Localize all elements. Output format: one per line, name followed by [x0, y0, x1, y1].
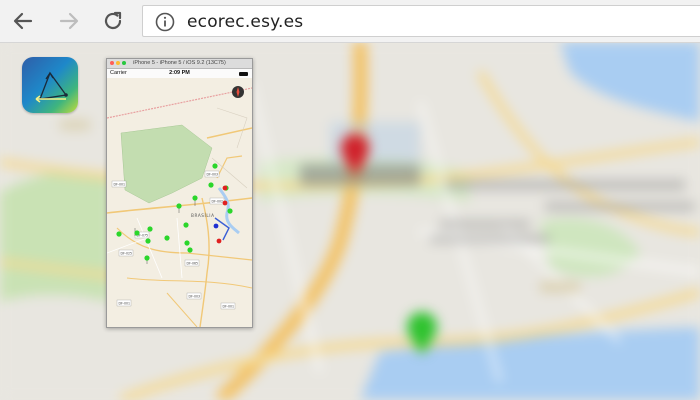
blue-marker[interactable]: [213, 223, 219, 229]
simulator-title-bar: iPhone 5 - iPhone 5 / iOS 9.2 (13C75): [107, 59, 252, 69]
green-marker[interactable]: [227, 208, 233, 214]
green-marker[interactable]: [134, 230, 140, 236]
red-marker[interactable]: [216, 238, 222, 244]
green-marker[interactable]: [187, 247, 193, 253]
road-label: DF-003: [189, 295, 201, 299]
reload-button[interactable]: [100, 8, 126, 34]
green-marker[interactable]: [147, 226, 153, 232]
road-label: DF-001: [114, 183, 126, 187]
address-bar[interactable]: ecorec.esy.es: [142, 5, 700, 37]
green-marker[interactable]: [116, 231, 122, 237]
ecorec-app-icon[interactable]: [22, 57, 78, 113]
green-marker[interactable]: [176, 203, 182, 209]
reload-icon: [104, 11, 122, 30]
green-marker[interactable]: [184, 240, 190, 246]
red-marker[interactable]: [222, 185, 228, 191]
status-time: 2:09 PM: [169, 70, 190, 76]
green-marker[interactable]: [212, 163, 218, 169]
road-label: DF-065: [187, 262, 199, 266]
back-button[interactable]: [10, 8, 36, 34]
background-map: [0, 42, 700, 400]
simulator-map[interactable]: DF-001 DF-003 DF-002 DF-075 DF-025 DF-06…: [107, 78, 252, 327]
road-label: DF-001: [223, 305, 235, 309]
ios-status-bar: Carrier 2:09 PM: [107, 69, 252, 78]
simulator-title: iPhone 5 - iPhone 5 / iOS 9.2 (13C75): [133, 60, 226, 66]
info-icon[interactable]: [155, 12, 175, 32]
green-location-pin-icon[interactable]: [404, 310, 440, 356]
forward-arrow-icon: [59, 12, 79, 30]
green-marker[interactable]: [144, 255, 150, 261]
red-marker[interactable]: [222, 200, 228, 206]
simulator-window: iPhone 5 - iPhone 5 / iOS 9.2 (13C75) Ca…: [106, 58, 253, 328]
triangle-logo-icon: [35, 71, 68, 103]
road-label: DF-002: [212, 200, 224, 204]
browser-toolbar: ecorec.esy.es: [0, 0, 700, 43]
forward-button[interactable]: [56, 8, 82, 34]
url-text: ecorec.esy.es: [187, 12, 304, 32]
city-label: BRASÍLIA: [191, 213, 215, 218]
back-arrow-icon: [13, 12, 33, 30]
green-marker[interactable]: [192, 195, 198, 201]
road-label: DF-003: [207, 173, 219, 177]
green-marker[interactable]: [145, 238, 151, 244]
green-marker[interactable]: [208, 182, 214, 188]
battery-icon: [239, 72, 248, 76]
green-marker[interactable]: [183, 222, 189, 228]
road-label: DF-025: [121, 252, 133, 256]
red-location-pin-icon[interactable]: [338, 132, 372, 176]
green-marker[interactable]: [164, 235, 170, 241]
road-label: DF-001: [119, 302, 131, 306]
